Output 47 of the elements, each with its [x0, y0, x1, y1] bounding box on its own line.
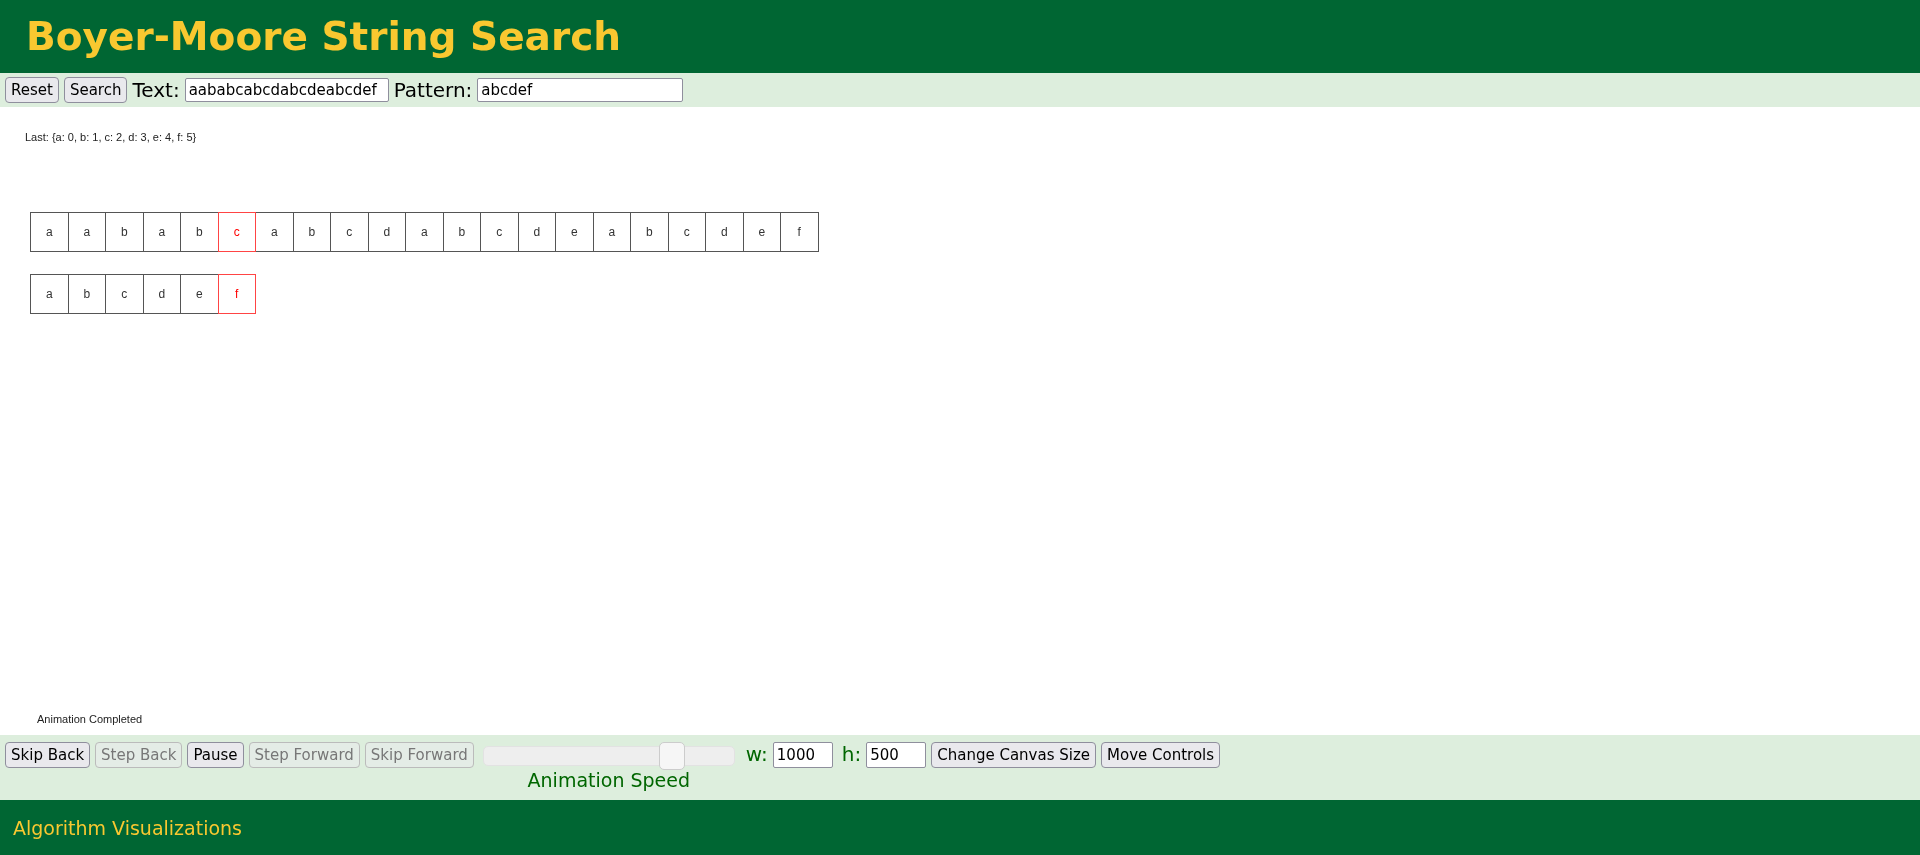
canvas-button[interactable]: Change Canvas Size [931, 742, 1097, 768]
char-cell: c [217, 212, 256, 252]
char-cell: a [405, 212, 444, 252]
char-cell: a [30, 212, 69, 252]
char-cell: c [667, 212, 706, 252]
char-cell: e [555, 212, 594, 252]
char-cell: b [67, 274, 106, 314]
last-occurrence-table: Last: {a: 0, b: 1, c: 2, d: 3, e: 4, f: 5} [25, 131, 197, 143]
char-cell: b [442, 212, 481, 252]
char-cell: a [592, 212, 631, 252]
char-cell: c [330, 212, 369, 252]
char-cell: e [180, 274, 219, 314]
char-cell: b [105, 212, 144, 252]
char-cell: a [30, 274, 69, 314]
size-label: h: [841, 742, 862, 766]
char-cell: d [517, 212, 556, 252]
size-field[interactable]: 1000 [772, 742, 833, 768]
char-cell: e [742, 212, 781, 252]
toolbar-button[interactable]: Reset [5, 77, 59, 103]
char-cell: f [217, 274, 256, 314]
size-label: w: [745, 742, 768, 766]
char-cell: c [480, 212, 519, 252]
char-cell: b [292, 212, 331, 252]
page-title: Boyer-Moore String Search [26, 14, 622, 59]
char-cell: a [67, 212, 106, 252]
char-cell: b [180, 212, 219, 252]
char-cell: a [255, 212, 294, 252]
char-cell: a [142, 212, 181, 252]
speed-slider-thumb[interactable] [658, 742, 685, 770]
footer-link[interactable]: Algorithm Visualizations [13, 816, 242, 839]
char-cell: d [367, 212, 406, 252]
input-field[interactable]: aababcabcdabcdeabcdef [184, 78, 389, 102]
animation-button[interactable]: Skip Back [5, 742, 91, 768]
animation-button[interactable]: Pause [187, 742, 244, 768]
status-text: Animation Completed [37, 713, 143, 725]
canvas-button[interactable]: Move Controls [1101, 742, 1221, 768]
char-cell: b [630, 212, 669, 252]
char-cell: d [705, 212, 744, 252]
field-label: Text: [132, 78, 180, 102]
input-field[interactable]: abcdef [477, 78, 684, 102]
char-cell: d [142, 274, 181, 314]
toolbar-button[interactable]: Search [63, 77, 128, 103]
char-cell: f [780, 212, 819, 252]
size-field[interactable]: 500 [866, 742, 927, 768]
char-cell: c [105, 274, 144, 314]
speed-label: Animation Speed [527, 769, 691, 791]
field-label: Pattern: [393, 78, 473, 102]
